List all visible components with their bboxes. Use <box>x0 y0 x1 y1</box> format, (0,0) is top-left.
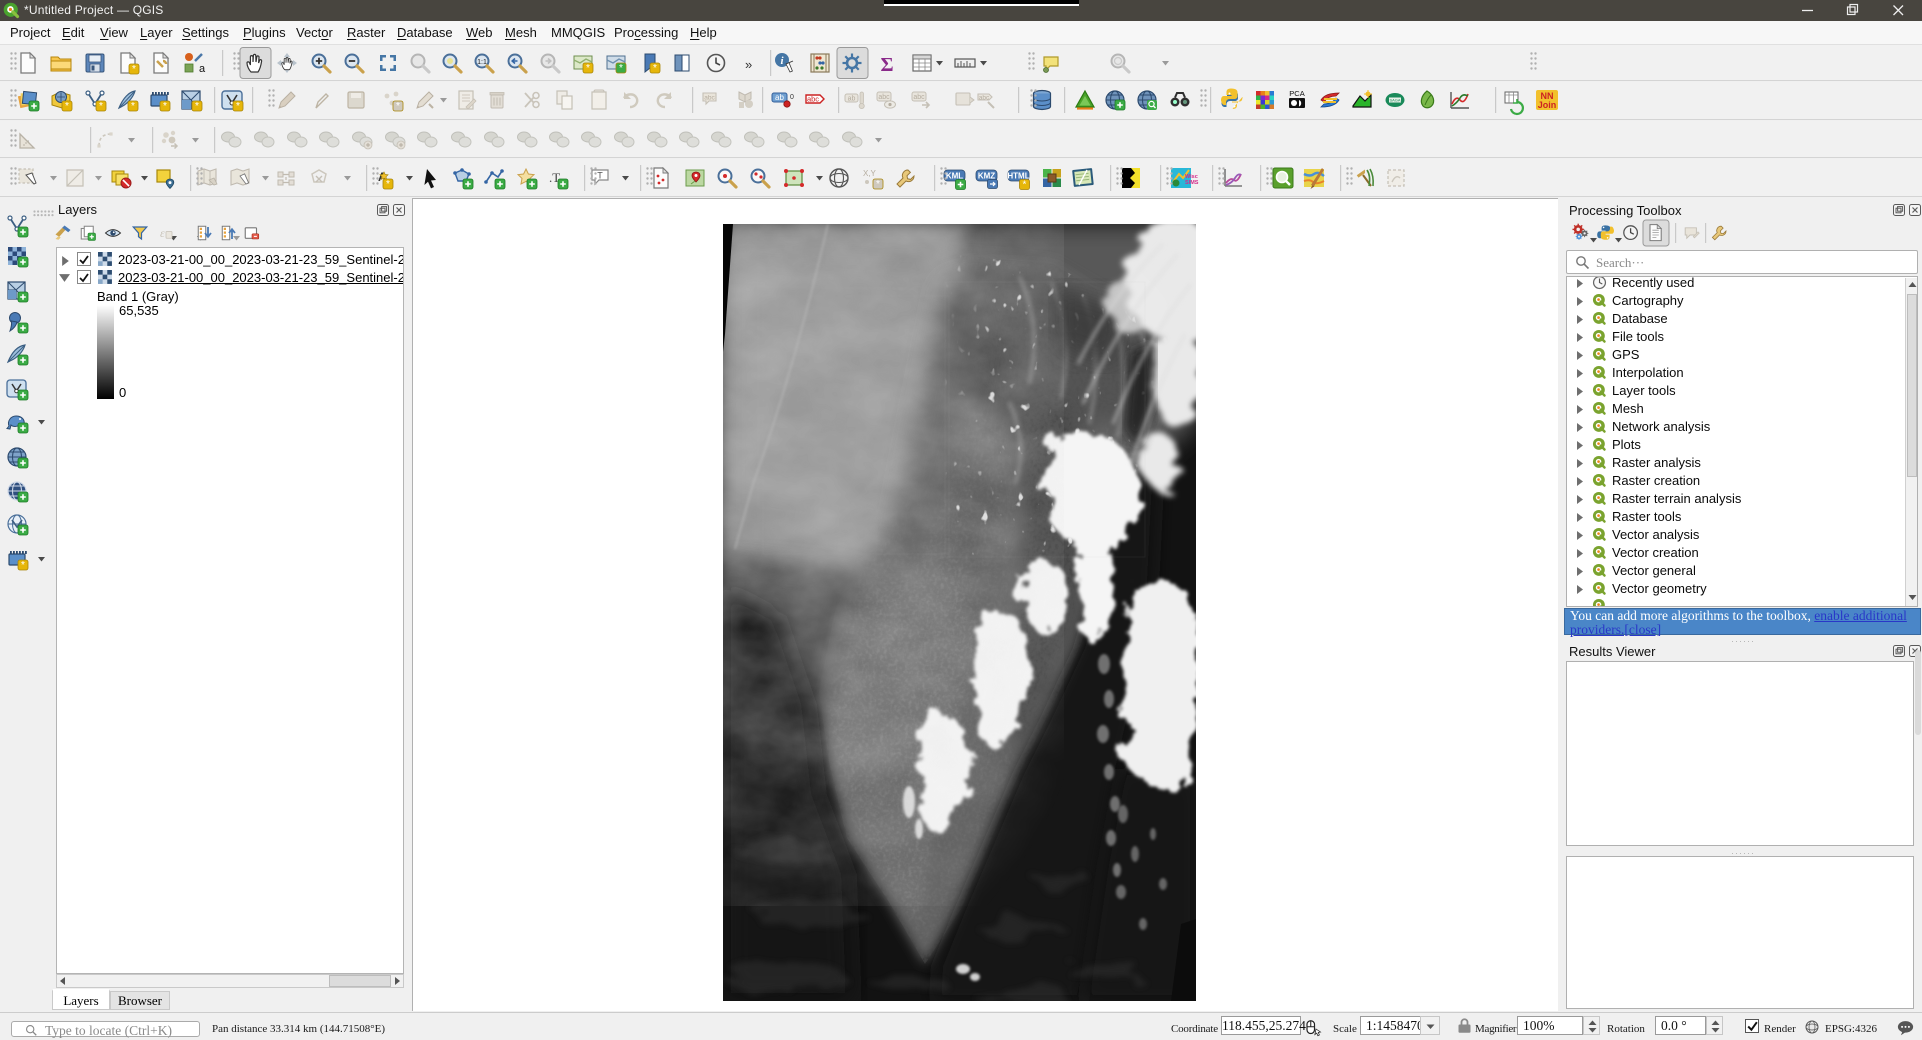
svg-text:*: * <box>132 64 136 75</box>
svg-text:*: * <box>131 101 135 112</box>
svg-text:*: * <box>653 63 657 74</box>
svg-text:abc: abc <box>979 95 990 102</box>
svg-text:SIMS: SIMS <box>1185 180 1199 186</box>
svg-text:*: * <box>1023 180 1027 191</box>
svg-text:*: * <box>99 101 103 112</box>
svg-text:abc: abc <box>878 94 890 101</box>
svg-text:*: * <box>236 101 240 112</box>
svg-text:*: * <box>21 560 25 571</box>
svg-text:X,Y: X,Y <box>863 169 877 178</box>
svg-text:*: * <box>876 179 880 190</box>
svg-text:a: a <box>199 63 206 75</box>
svg-text:*: * <box>619 63 623 74</box>
svg-text:SAGA: SAGA <box>1389 98 1400 103</box>
svg-text:*: * <box>586 63 590 74</box>
svg-text:ab: ab <box>775 93 784 102</box>
svg-text:Σ: Σ <box>880 54 893 76</box>
svg-text:*: * <box>386 179 390 190</box>
svg-text:Join: Join <box>1538 100 1557 110</box>
svg-text:ε: ε <box>160 226 165 240</box>
svg-text:ab: ab <box>848 96 856 103</box>
svg-text:PCA: PCA <box>1289 89 1304 98</box>
svg-text:»: » <box>745 57 752 72</box>
svg-text:abc: abc <box>807 95 819 104</box>
svg-text:*: * <box>65 101 69 112</box>
svg-text:*: * <box>195 101 199 112</box>
svg-text:0: 0 <box>790 94 794 101</box>
svg-text:T: T <box>597 171 603 181</box>
svg-text:abc: abc <box>704 95 715 102</box>
svg-text:abc: abc <box>913 94 925 101</box>
svg-text:*: * <box>163 101 167 112</box>
svg-text:*: * <box>396 101 400 112</box>
svg-text:1:1: 1:1 <box>477 59 487 66</box>
